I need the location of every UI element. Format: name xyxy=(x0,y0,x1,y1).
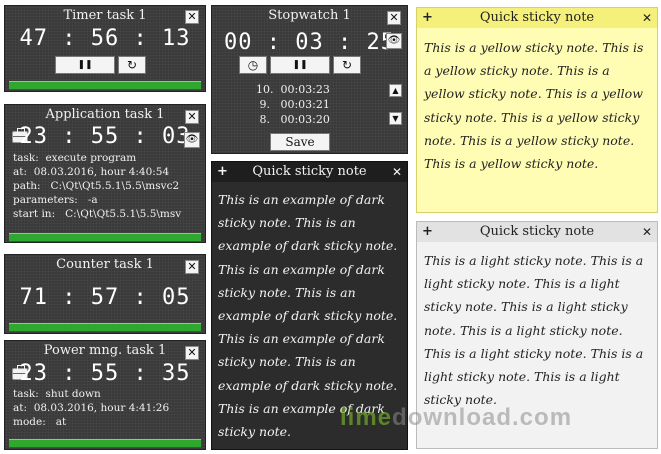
application-task-widget: Application task 1 ✕ 23 : 55 : 03 👁 task… xyxy=(4,104,206,243)
application-eye-button[interactable]: 👁 xyxy=(184,132,200,148)
yellow-note-header: + Quick sticky note ✕ xyxy=(417,8,657,28)
power-task-widget: Power mng. task 1 ✕ 23 : 55 : 35 task: s… xyxy=(4,340,206,450)
application-task-title: Application task 1 xyxy=(45,107,165,122)
power-at-line: at: 08.03.2016, hour 4:41:26 xyxy=(13,402,170,414)
dark-note-header: + Quick sticky note ✕ xyxy=(212,162,407,182)
yellow-note-close-button[interactable]: ✕ xyxy=(642,8,652,28)
watermark: limedownload.com xyxy=(340,404,572,432)
counter-progress-bar xyxy=(9,323,201,332)
power-mode-line: mode: at xyxy=(13,416,67,428)
yellow-note-title: Quick sticky note xyxy=(479,10,595,25)
timer-progress-bar xyxy=(9,81,201,90)
application-time-display: 23 : 55 : 03 xyxy=(19,124,191,149)
dark-note-title: Quick sticky note xyxy=(252,164,367,179)
application-progress-bar xyxy=(9,233,201,242)
timer-time-display: 47 : 56 : 13 xyxy=(19,26,191,51)
application-close-button[interactable]: ✕ xyxy=(185,110,199,124)
timer-close-button[interactable]: ✕ xyxy=(185,10,199,24)
light-note-title: Quick sticky note xyxy=(479,224,595,239)
application-at-line: at: 08.03.2016, hour 4:40:54 xyxy=(13,166,170,178)
stopwatch-lap-row: 9. 00:03:21 xyxy=(256,98,330,111)
stopwatch-close-button[interactable]: ✕ xyxy=(387,11,401,25)
stopwatch-title: Stopwatch 1 xyxy=(268,8,351,23)
power-task-title: Power mng. task 1 xyxy=(43,343,167,358)
light-note-close-button[interactable]: ✕ xyxy=(642,222,652,242)
stopwatch-scroll-up-button[interactable]: ▲ xyxy=(389,84,402,97)
application-task-line: task: execute program xyxy=(13,152,137,164)
application-path-line: path: C:\Qt\Qt5.5.1\5.5\msvc2 xyxy=(13,180,180,192)
stopwatch-save-button[interactable]: Save xyxy=(270,133,330,151)
yellow-note-add-button[interactable]: + xyxy=(422,8,433,28)
counter-time-display: 71 : 57 : 05 xyxy=(19,285,191,310)
yellow-sticky-note: + Quick sticky note ✕ This is a yellow s… xyxy=(416,7,658,213)
light-note-add-button[interactable]: + xyxy=(422,222,433,242)
power-time-display: 23 : 55 : 35 xyxy=(19,361,191,386)
application-startin-line: start in: C:\Qt\Qt5.5.1\5.5\msv xyxy=(13,208,182,220)
counter-close-button[interactable]: ✕ xyxy=(185,260,199,274)
light-note-header: + Quick sticky note ✕ xyxy=(417,222,657,242)
stopwatch-lap-row: 8. 00:03:20 xyxy=(256,113,330,126)
stopwatch-reset-button[interactable]: ↻ xyxy=(333,56,361,74)
dark-note-close-button[interactable]: ✕ xyxy=(392,162,402,182)
watermark-part-b: download.com xyxy=(392,404,573,431)
timer-pause-button[interactable]: ❚❚ xyxy=(55,56,115,74)
stopwatch-widget: Stopwatch 1 ✕ 00 : 03 : 25 👁 ◷ ❚❚ ↻ 10. … xyxy=(211,5,408,154)
application-parameters-line: parameters: -a xyxy=(13,194,98,206)
timer-task-title: Timer task 1 xyxy=(63,8,147,23)
power-progress-bar xyxy=(9,439,201,448)
stopwatch-time-display: 00 : 03 : 25 xyxy=(224,30,395,55)
power-task-line: task: shut down xyxy=(13,388,101,400)
timer-task-widget: Timer task 1 ✕ 47 : 56 : 13 ❚❚ ↻ xyxy=(4,5,206,92)
stopwatch-eye-button[interactable]: 👁 xyxy=(386,33,402,49)
stopwatch-lap-row: 10. 00:03:23 xyxy=(256,83,330,96)
counter-task-widget: Counter task 1 ✕ 71 : 57 : 05 xyxy=(4,254,206,334)
light-note-text[interactable]: This is a light sticky note. This is a l… xyxy=(424,249,653,411)
stopwatch-pause-button[interactable]: ❚❚ xyxy=(270,56,330,74)
counter-task-title: Counter task 1 xyxy=(56,257,154,272)
stopwatch-scroll-down-button[interactable]: ▼ xyxy=(389,112,402,125)
yellow-note-text[interactable]: This is a yellow sticky note. This is a … xyxy=(424,36,653,175)
stopwatch-lap-button[interactable]: ◷ xyxy=(239,56,267,74)
timer-reset-button[interactable]: ↻ xyxy=(118,56,146,74)
power-close-button[interactable]: ✕ xyxy=(185,346,199,360)
watermark-part-a: lime xyxy=(340,404,393,431)
dark-note-add-button[interactable]: + xyxy=(217,162,228,182)
